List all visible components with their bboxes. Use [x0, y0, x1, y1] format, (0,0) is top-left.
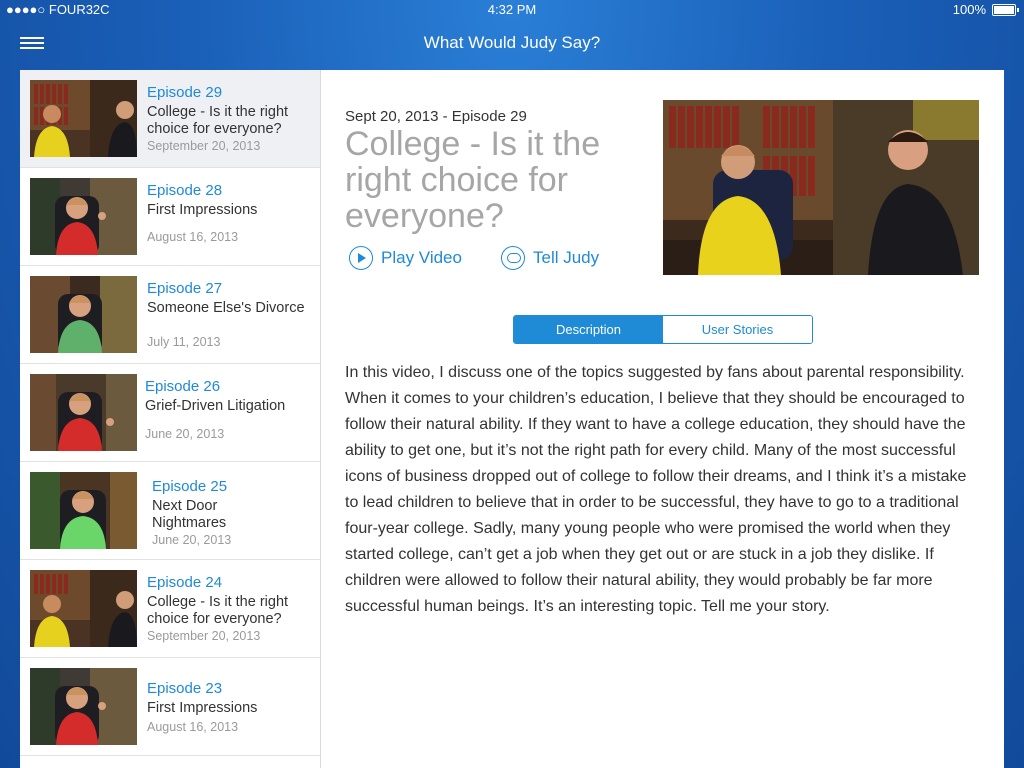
episode-title: First Impressions: [147, 700, 258, 716]
clock: 4:32 PM: [487, 2, 537, 17]
episode-thumbnail: [30, 80, 137, 157]
episode-description: In this video, I discuss one of the topi…: [345, 364, 967, 615]
episode-date: September 20, 2013: [147, 629, 261, 643]
episode-date: June 20, 2013: [145, 427, 225, 441]
episode-detail: Sept 20, 2013 - Episode 29 College - Is …: [321, 70, 1004, 768]
play-video-label: Play Video: [381, 248, 462, 267]
episode-date: June 20, 2013: [152, 533, 232, 547]
list-item-episode-27[interactable]: Episode 27 Someone Else's Divorce July 1…: [20, 266, 320, 364]
episode-thumbnail: [30, 374, 137, 451]
tell-judy-label: Tell Judy: [533, 248, 600, 267]
battery-icon: [992, 3, 1019, 16]
episode-date: September 20, 2013: [147, 139, 261, 153]
episode-thumbnail: [30, 276, 137, 353]
content-panel: Episode 29 College - Is it the right cho…: [20, 70, 1004, 768]
episode-date: August 16, 2013: [147, 720, 239, 734]
nav-bar: What Would Judy Say?: [0, 20, 1024, 66]
list-item-episode-24[interactable]: Episode 24 College - Is it the right cho…: [20, 560, 320, 658]
page-title: What Would Judy Say?: [423, 33, 601, 52]
status-bar: ●●●●○ FOUR32C 4:32 PM 100%: [0, 0, 1024, 20]
list-item-episode-23[interactable]: Episode 23 First Impressions August 16, …: [20, 658, 320, 756]
episode-date: July 11, 2013: [147, 335, 221, 349]
episode-subhead: Sept 20, 2013 - Episode 29: [345, 108, 527, 125]
episode-title-large: College - Is it the right choice for eve…: [345, 125, 601, 235]
episode-number: Episode 27: [147, 280, 223, 297]
episode-number: Episode 23: [147, 680, 223, 697]
list-item-episode-29[interactable]: Episode 29 College - Is it the right cho…: [20, 70, 320, 168]
episode-date: August 16, 2013: [147, 230, 239, 244]
list-item-episode-26[interactable]: Episode 26 Grief-Driven Litigation June …: [20, 364, 320, 462]
episode-title: Next Door Nightmares: [152, 498, 227, 531]
episode-thumbnail: [30, 472, 137, 549]
description-tabs[interactable]: Description User Stories: [513, 315, 813, 344]
tab-user-stories[interactable]: User Stories: [663, 316, 812, 343]
list-item-episode-28[interactable]: Episode 28 First Impressions August 16, …: [20, 168, 320, 266]
episode-title: College - Is it the right choice for eve…: [147, 104, 289, 137]
episode-title: College - Is it the right choice for eve…: [147, 594, 289, 627]
play-video-button[interactable]: Play Video: [349, 246, 462, 270]
episode-list[interactable]: Episode 29 College - Is it the right cho…: [20, 70, 321, 768]
episode-number: Episode 29: [147, 84, 223, 101]
episode-number: Episode 26: [145, 378, 221, 395]
episode-title: First Impressions: [147, 202, 258, 218]
episode-number: Episode 25: [152, 478, 228, 495]
episode-thumbnail: [30, 178, 137, 255]
list-item-episode-25[interactable]: Episode 25 Next Door Nightmares June 20,…: [20, 462, 320, 560]
episode-number: Episode 24: [147, 574, 223, 591]
speech-bubble-icon: [501, 246, 525, 270]
battery-percent: 100%: [952, 2, 986, 17]
play-icon: [349, 246, 373, 270]
episode-thumbnail: [30, 570, 137, 647]
tab-description[interactable]: Description: [514, 316, 663, 343]
tell-judy-button[interactable]: Tell Judy: [501, 246, 599, 270]
episode-number: Episode 28: [147, 182, 223, 199]
battery-status: 100%: [952, 2, 1019, 17]
episode-title: Grief-Driven Litigation: [145, 398, 286, 414]
episode-thumbnail: [30, 668, 137, 745]
episode-title: Someone Else's Divorce: [147, 300, 305, 316]
video-preview-image[interactable]: [663, 100, 979, 275]
